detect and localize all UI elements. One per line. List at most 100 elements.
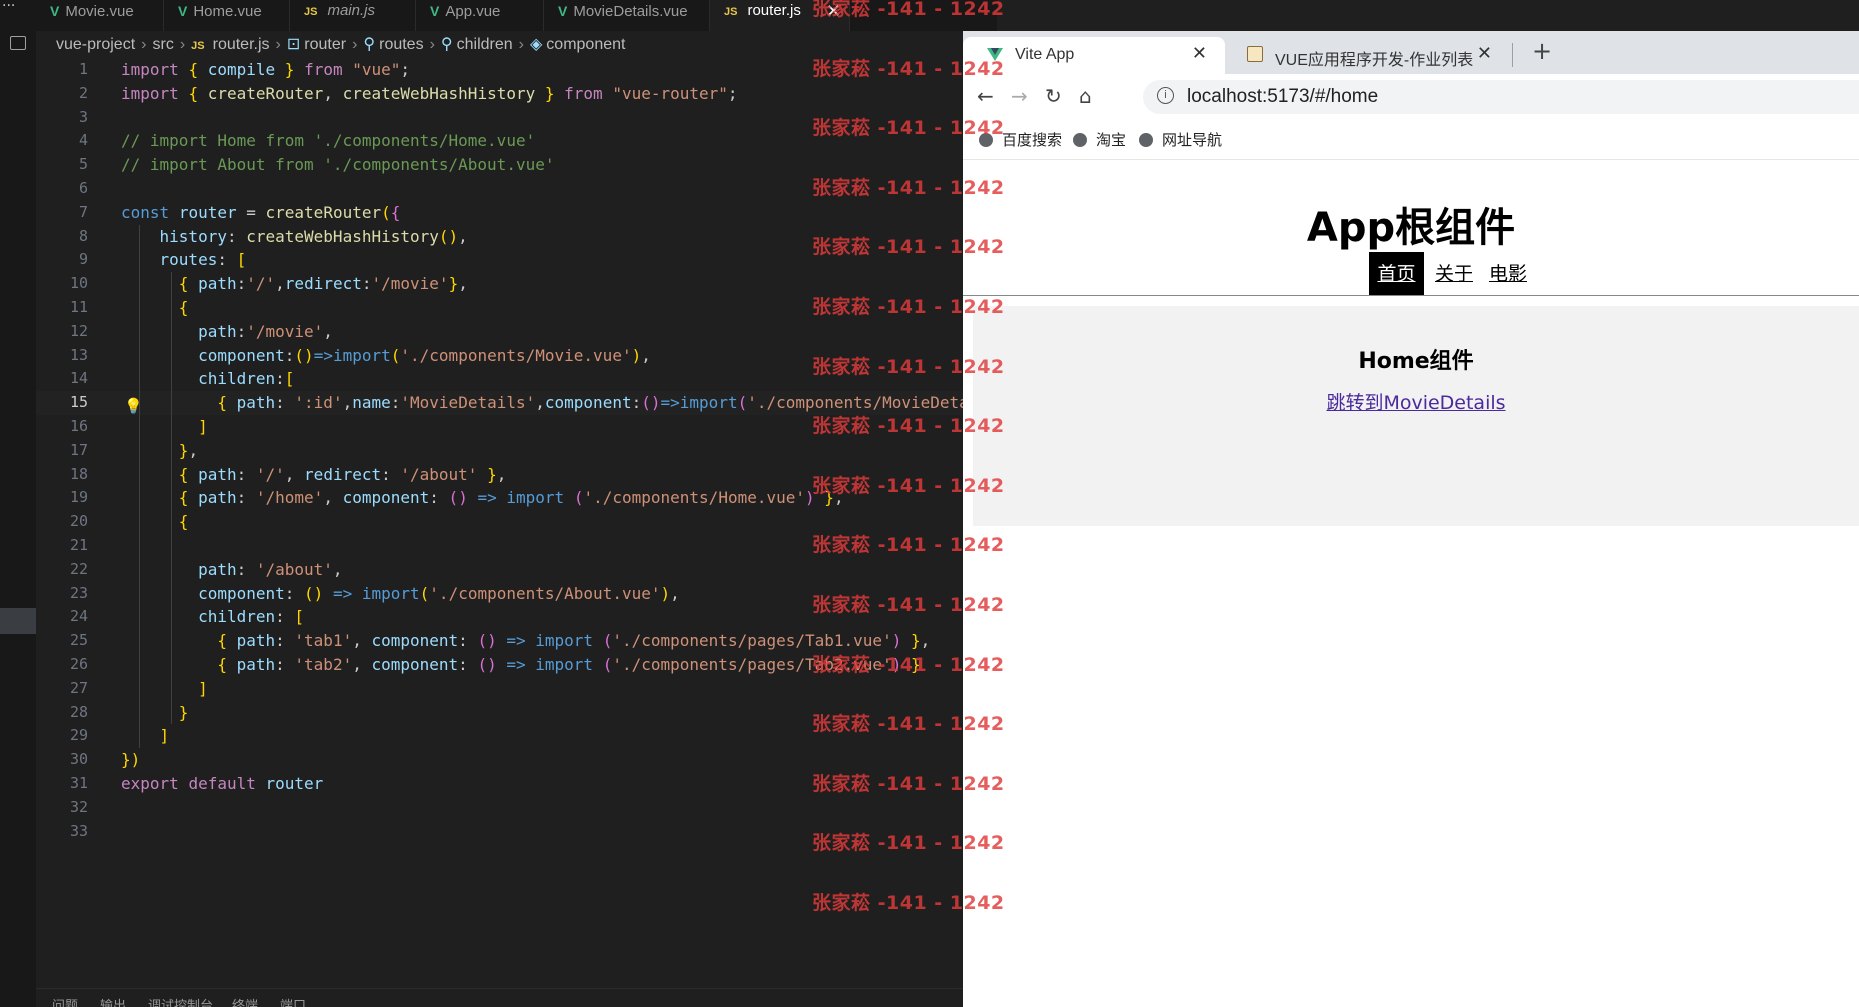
page-viewport: App根组件 首页 关于 电影 Home组件 跳转到MovieDetails: [963, 160, 1859, 1007]
copy-icon[interactable]: [10, 36, 26, 50]
breadcrumb-item[interactable]: children: [457, 36, 513, 53]
bookmarks-bar: 百度搜索 淘宝 网址导航: [963, 121, 1859, 160]
code-line[interactable]: 27 ]: [36, 677, 997, 701]
panel-tab[interactable]: 调试控制台: [148, 995, 213, 1007]
forward-arrow-icon[interactable]: →: [1011, 84, 1028, 108]
breadcrumb-item[interactable]: routes: [379, 36, 423, 53]
code-line[interactable]: 2 import { createRouter, createWebHashHis…: [36, 82, 997, 106]
editor-tab-label: MovieDetails.vue: [573, 3, 688, 20]
code-line[interactable]: 17 },: [36, 439, 997, 463]
panel-tab[interactable]: 输出: [100, 995, 126, 1007]
url-text[interactable]: localhost:5173/#/home: [1187, 86, 1378, 108]
watermark-text: 张家菘 -141 - 1242: [812, 534, 1005, 557]
line-number: 24: [69, 607, 88, 626]
line-number: 26: [69, 654, 88, 673]
line-number: 25: [69, 631, 88, 650]
watermark-text: 张家菘 -141 - 1242: [812, 653, 1005, 676]
breadcrumb-separator-icon: ›: [518, 36, 524, 53]
home-icon[interactable]: ⌂: [1079, 84, 1092, 108]
line-number: 15: [69, 393, 88, 412]
panel-tab[interactable]: 终端: [232, 995, 258, 1007]
close-tab-icon[interactable]: ✕: [1477, 43, 1492, 64]
breadcrumb: vue-project › src › JS router.js › ⊡ router › ⚲ rou…: [56, 34, 629, 56]
line-number: 2: [78, 83, 88, 102]
nav-link-home[interactable]: 首页: [1369, 252, 1424, 296]
watermark-text: 张家菘 -141 - 1242: [812, 117, 1005, 140]
close-tab-icon[interactable]: ✕: [1192, 43, 1207, 64]
breadcrumb-item[interactable]: router.js: [213, 36, 270, 53]
key-icon: ⚲: [440, 36, 453, 53]
indent-guide: [139, 224, 140, 749]
editor-tab[interactable]: V Movie.vue: [36, 0, 164, 31]
line-number: 3: [78, 107, 88, 126]
code-text: children: [: [198, 607, 305, 627]
panel-tab[interactable]: 端口: [280, 995, 306, 1007]
watermark-text: 张家菘 -141 - 1242: [812, 236, 1005, 259]
line-number: 18: [69, 464, 88, 483]
line-number: 11: [69, 297, 88, 316]
line-number: 29: [69, 726, 88, 745]
code-line[interactable]: 12 path:'/movie',: [36, 320, 997, 344]
vue-file-icon: V: [178, 3, 188, 19]
browser-toolbar: ← → ↻ ⌂ i localhost:5173/#/home: [963, 74, 1859, 121]
nav-link-about[interactable]: 关于: [1431, 252, 1477, 296]
line-number: 1: [78, 60, 88, 78]
code-text: import { createRouter, createWebHashHist…: [121, 83, 738, 103]
browser-tab-label: Vite App: [1015, 46, 1075, 63]
code-text: // import About from './components/About…: [121, 155, 555, 175]
code-text: path: '/about',: [198, 559, 343, 579]
info-icon[interactable]: i: [1157, 87, 1174, 104]
code-text: ]: [159, 726, 170, 746]
divider: [963, 295, 1859, 296]
nav-link-movie[interactable]: 电影: [1485, 252, 1531, 296]
reload-icon[interactable]: ↻: [1045, 84, 1062, 108]
watermark-text: 张家菘 -141 - 1242: [812, 713, 1005, 736]
code-line[interactable]: 7 const router = createRouter({: [36, 201, 997, 225]
globe-icon: [1139, 133, 1153, 147]
breadcrumb-item[interactable]: src: [152, 36, 173, 53]
editor-tab[interactable]: JS main.js: [290, 0, 416, 31]
line-number: 14: [69, 369, 88, 388]
more-icon[interactable]: ···: [2, 0, 15, 14]
breadcrumb-item[interactable]: vue-project: [56, 36, 135, 53]
editor-tab[interactable]: V App.vue: [416, 0, 544, 31]
watermark-text: 张家菘 -141 - 1242: [812, 176, 1005, 199]
bookmark-nav[interactable]: 网址导航: [1139, 129, 1222, 150]
editor-tab[interactable]: V MovieDetails.vue: [544, 0, 710, 31]
panel-tab[interactable]: 问题: [52, 995, 78, 1007]
code-line[interactable]: 22 path: '/about',: [36, 558, 997, 582]
line-number: 12: [69, 321, 88, 340]
line-number: 22: [69, 559, 88, 578]
line-number: 28: [69, 702, 88, 721]
address-bar[interactable]: i localhost:5173/#/home: [1143, 80, 1859, 114]
code-text: }): [121, 750, 141, 770]
editor-tab[interactable]: V Home.vue: [164, 0, 290, 31]
movie-details-link[interactable]: 跳转到MovieDetails: [973, 388, 1859, 415]
js-file-icon: JS: [191, 40, 205, 52]
code-text: ]: [198, 416, 208, 436]
line-number: 17: [69, 440, 88, 459]
line-number: 16: [69, 416, 88, 435]
code-text: import { compile } from "vue";: [121, 60, 411, 79]
bookmark-label: 网址导航: [1162, 131, 1223, 149]
breadcrumb-separator-icon: ›: [275, 36, 281, 53]
home-component: Home组件 跳转到MovieDetails: [973, 306, 1859, 526]
bookmark-taobao[interactable]: 淘宝: [1073, 129, 1126, 150]
editor-tab-label: Home.vue: [193, 3, 262, 20]
code-line[interactable]: 32: [36, 796, 997, 820]
property-icon: ◈: [529, 36, 543, 53]
breadcrumb-item[interactable]: component: [546, 36, 625, 53]
indent-guide: [171, 272, 172, 725]
watermark-text: 张家菘 -141 - 1242: [812, 594, 1005, 616]
line-number: 5: [78, 155, 88, 174]
breadcrumb-item[interactable]: router: [304, 36, 346, 53]
line-number: 27: [69, 678, 88, 697]
browser-tab-homework[interactable]: VUE应用程序开发-作业列表 ✕: [1225, 37, 1510, 74]
activity-selected-indicator: [0, 608, 36, 634]
back-arrow-icon[interactable]: ←: [977, 84, 994, 108]
bookmark-label: 百度搜索: [1002, 131, 1063, 149]
vue-file-icon: V: [50, 3, 60, 19]
new-tab-button[interactable]: +: [1532, 37, 1552, 65]
activity-bar: ···: [0, 0, 37, 1007]
code-text: { path:'/',redirect:'/movie'},: [178, 274, 468, 294]
